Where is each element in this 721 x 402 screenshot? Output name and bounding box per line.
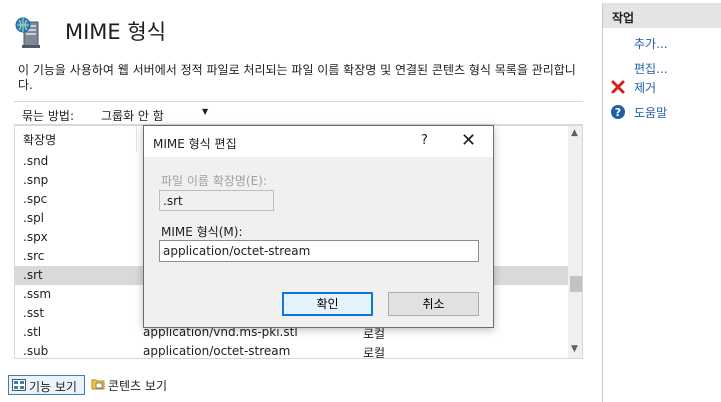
features-view-label: 기능 보기 — [29, 380, 77, 394]
scroll-down-arrow-icon[interactable]: ▼ — [571, 344, 578, 354]
group-by-dropdown[interactable]: 그룹화 안 함 ▼ — [99, 104, 211, 123]
add-action-link[interactable]: 추가... — [610, 34, 720, 52]
cell-extension: .spx — [23, 230, 48, 244]
svg-text:?: ? — [615, 106, 621, 119]
actions-pane: 작업 추가... 편집... 제거 ? 도움말 — [602, 3, 721, 402]
content-view-icon — [91, 379, 105, 390]
cell-extension: .stl — [23, 325, 42, 339]
cell-extension: .spc — [23, 192, 48, 206]
cell-extension: .src — [23, 249, 45, 263]
actions-title: 작업 — [612, 11, 635, 25]
cell-extension: .sst — [23, 306, 45, 320]
cell-mime-type: application/octet-stream — [143, 344, 291, 358]
vertical-scrollbar[interactable]: ▲ ▼ — [568, 126, 582, 358]
cell-extension: .sub — [23, 344, 49, 358]
column-header-extension[interactable]: ^ 확장명 — [15, 126, 137, 152]
edit-mime-type-dialog: MIME 형식 편집 ? ✕ 파일 이름 확장명(E): MIME 형식(M):… — [143, 125, 494, 328]
remove-action-link[interactable]: 제거 — [610, 78, 720, 96]
page-description: 이 기능을 사용하여 웹 서버에서 정적 파일로 처리되는 파일 이름 확장명 … — [18, 63, 576, 92]
group-by-label: 묶는 방법: — [22, 109, 75, 123]
page-title: MIME 형식 — [65, 20, 167, 44]
group-by-value: 그룹화 안 함 — [101, 109, 164, 123]
table-row[interactable]: .sub application/octet-stream 로컬 — [15, 342, 568, 359]
dropdown-arrow-icon: ▼ — [202, 107, 209, 116]
mime-type-field-label: MIME 형식(M): — [161, 225, 243, 239]
edit-action-link[interactable]: 편집... — [610, 59, 720, 77]
actions-header: 작업 — [603, 3, 721, 28]
cell-extension: .spl — [23, 211, 45, 225]
content-view-label: 콘텐츠 보기 — [108, 379, 168, 393]
mime-type-field[interactable] — [159, 240, 479, 262]
remove-action-label: 제거 — [634, 81, 657, 95]
iis-manager-window: MIME 형식 이 기능을 사용하여 웹 서버에서 정적 파일로 처리되는 파일… — [0, 0, 721, 402]
view-switcher-bar: 기능 보기 콘텐츠 보기 — [0, 370, 599, 402]
ok-button[interactable]: 확인 — [282, 292, 373, 316]
help-icon: ? — [611, 105, 625, 119]
dialog-titlebar: MIME 형식 편집 ? ✕ — [144, 126, 493, 157]
sort-ascending-icon: ^ — [71, 125, 79, 132]
extension-field-label: 파일 이름 확장명(E): — [161, 174, 267, 188]
group-by-bar: 묶는 방법: 그룹화 안 함 ▼ — [14, 101, 583, 125]
cell-entry-type: 로컬 — [363, 346, 386, 359]
scroll-up-arrow-icon[interactable]: ▲ — [571, 128, 578, 138]
edit-action-label: 편집... — [634, 62, 668, 76]
dialog-title: MIME 형식 편집 — [153, 137, 237, 151]
help-action-label: 도움말 — [634, 106, 668, 120]
cell-extension: .ssm — [23, 287, 52, 301]
cell-extension: .srt — [23, 268, 43, 282]
scroll-thumb[interactable] — [570, 276, 582, 292]
cancel-button[interactable]: 취소 — [388, 292, 479, 316]
remove-x-icon — [611, 80, 625, 94]
dialog-close-icon[interactable]: ✕ — [461, 130, 476, 151]
cell-extension: .snp — [23, 173, 49, 187]
dialog-help-button[interactable]: ? — [421, 133, 428, 148]
mime-types-icon — [15, 17, 40, 48]
features-view-icon — [12, 379, 26, 391]
column-header-extension-label: 확장명 — [23, 133, 57, 147]
help-action-link[interactable]: ? 도움말 — [610, 103, 720, 121]
extension-field[interactable] — [159, 190, 274, 211]
features-view-button[interactable]: 기능 보기 — [8, 375, 85, 395]
content-view-button[interactable]: 콘텐츠 보기 — [88, 375, 188, 395]
add-action-label: 추가... — [634, 37, 668, 51]
cell-extension: .snd — [23, 154, 49, 168]
